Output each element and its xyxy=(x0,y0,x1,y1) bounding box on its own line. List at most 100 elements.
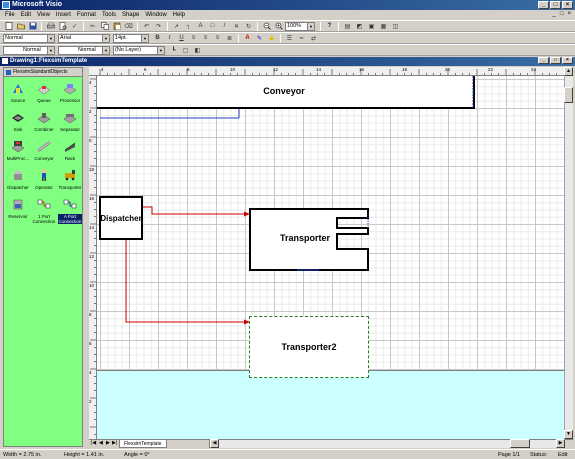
zoom-out-icon[interactable] xyxy=(261,21,272,31)
menu-shape[interactable]: Shape xyxy=(119,10,142,20)
page-tab[interactable]: FlexsimTemplate xyxy=(119,440,167,448)
line-tool-icon[interactable]: / xyxy=(219,21,230,31)
layout-icon[interactable]: ◫ xyxy=(390,21,401,31)
save-icon[interactable] xyxy=(27,21,38,31)
stencil-item-separator[interactable]: Separator xyxy=(58,108,82,136)
scroll-right-icon[interactable]: ▶ xyxy=(556,439,565,448)
line-ends-icon[interactable]: ⇄ xyxy=(308,33,319,43)
first-page-icon[interactable]: |◀ xyxy=(91,440,96,446)
group-icon[interactable]: ▣ xyxy=(366,21,377,31)
connector-dispatcher-transporter[interactable] xyxy=(142,206,245,215)
stencil-item-transporter[interactable]: Transporter xyxy=(58,166,82,194)
copy-icon[interactable] xyxy=(99,21,110,31)
rectangle-tool-icon[interactable]: □ xyxy=(207,21,218,31)
shapes-icon[interactable]: ◩ xyxy=(354,21,365,31)
doc-close-icon[interactable]: × xyxy=(567,11,571,17)
fill-style-select[interactable]: Normal ▼ xyxy=(58,45,110,55)
align-left-icon[interactable]: ≡ xyxy=(188,33,199,43)
connector-dispatcher-transporter2[interactable] xyxy=(125,240,245,323)
stencil-item-a-port-connection[interactable]: A Port Connection xyxy=(58,195,82,224)
paste-icon[interactable] xyxy=(111,21,122,31)
print-preview-icon[interactable] xyxy=(57,21,68,31)
minimize-button[interactable]: _ xyxy=(538,1,549,9)
vertical-scrollbar[interactable]: ▲ ▼ xyxy=(564,67,573,439)
dispatcher-shape[interactable]: Dispatcher xyxy=(99,196,143,240)
doc-minimize-button[interactable]: _ xyxy=(538,57,549,64)
doc-maximize-button[interactable]: □ xyxy=(550,57,561,64)
stencil-item-one-port-connection[interactable]: 1 Port Connection xyxy=(32,195,56,224)
line-style-select[interactable]: Normal ▼ xyxy=(3,45,55,55)
stencil-item-queue[interactable]: Queue xyxy=(32,79,56,107)
connector-tool-icon[interactable]: ┐ xyxy=(183,21,194,31)
font-color-icon[interactable]: A xyxy=(242,33,253,43)
pointer-tool-icon[interactable]: ➚ xyxy=(171,21,182,31)
line-color-icon[interactable]: ✎ xyxy=(254,33,265,43)
stencil-item-source[interactable]: Source xyxy=(6,79,30,107)
zoom-select[interactable]: 100% ▼ xyxy=(285,21,315,31)
menu-format[interactable]: Format xyxy=(74,10,99,20)
stencil-item-reservoir[interactable]: Reservoir xyxy=(6,195,30,223)
menu-insert[interactable]: Insert xyxy=(53,10,74,20)
open-icon[interactable] xyxy=(15,21,26,31)
font-select[interactable]: Arial ▼ xyxy=(58,33,110,43)
zoom-in-icon[interactable] xyxy=(273,21,284,31)
stencil-item-combiner[interactable]: Combiner xyxy=(32,108,56,136)
redo-icon[interactable]: ↷ xyxy=(153,21,164,31)
stencil-item-rack[interactable]: Rack xyxy=(58,137,82,165)
layers-icon[interactable]: ▦ xyxy=(378,21,389,31)
line-pattern-icon[interactable]: ┅ xyxy=(296,33,307,43)
cut-icon[interactable]: ✂ xyxy=(87,21,98,31)
stencil-item-conveyor[interactable]: Conveyor xyxy=(32,137,56,165)
new-icon[interactable] xyxy=(3,21,14,31)
rotate-icon[interactable]: ↻ xyxy=(243,21,254,31)
menu-window[interactable]: Window xyxy=(142,10,169,20)
connector-style-icon[interactable]: ┗ xyxy=(168,45,179,55)
stencil-item-multiprocessor[interactable]: MultiProc... xyxy=(6,137,30,165)
format-painter-icon[interactable]: ⌫ xyxy=(123,21,134,31)
scroll-left-icon[interactable]: ◀ xyxy=(210,439,219,448)
font-size-select[interactable]: 14pt. ▼ xyxy=(113,33,149,43)
next-page-icon[interactable]: ▶ xyxy=(106,440,110,446)
stencil-item-dispatcher[interactable]: Dispatcher xyxy=(6,166,30,194)
stencil-item-operator[interactable]: Operator xyxy=(32,166,56,194)
scroll-down-icon[interactable]: ▼ xyxy=(564,430,573,439)
doc-restore-icon[interactable]: □ xyxy=(560,11,564,17)
scroll-thumb[interactable] xyxy=(564,87,573,103)
menu-tools[interactable]: Tools xyxy=(99,10,119,20)
corner-rounding-icon[interactable]: ◧ xyxy=(192,45,203,55)
undo-icon[interactable]: ↶ xyxy=(141,21,152,31)
prev-page-icon[interactable]: ◀ xyxy=(99,440,103,446)
menu-help[interactable]: Help xyxy=(170,10,188,20)
scroll-thumb[interactable] xyxy=(510,439,530,448)
maximize-button[interactable]: □ xyxy=(550,1,561,9)
close-button[interactable]: × xyxy=(562,1,573,9)
align-center-icon[interactable]: ≡ xyxy=(200,33,211,43)
horizontal-scrollbar[interactable]: ◀ ▶ xyxy=(209,439,565,448)
doc-minimize-icon[interactable]: _ xyxy=(553,11,556,17)
scroll-up-icon[interactable]: ▲ xyxy=(564,67,573,76)
align-right-icon[interactable]: ≡ xyxy=(212,33,223,43)
italic-button[interactable]: I xyxy=(164,33,175,43)
stencil-icon[interactable]: ▤ xyxy=(342,21,353,31)
transporter2-shape[interactable]: Transporter2 xyxy=(249,316,369,378)
connection-point-icon[interactable]: ✕ xyxy=(231,21,242,31)
drawing-canvas[interactable]: Conveyor Dispatcher Transporter Transpor… xyxy=(97,76,564,439)
underline-button[interactable]: U xyxy=(176,33,187,43)
line-weight-icon[interactable]: ☰ xyxy=(284,33,295,43)
help-icon[interactable]: ? xyxy=(324,21,335,31)
shadow-icon[interactable]: ▢ xyxy=(180,45,191,55)
spelling-icon[interactable]: ✓ xyxy=(69,21,80,31)
justify-icon[interactable]: ≣ xyxy=(224,33,235,43)
print-icon[interactable] xyxy=(45,21,56,31)
stencil-header[interactable]: FlexsimStandardObjects xyxy=(4,68,82,77)
style-select[interactable]: Normal ▼ xyxy=(3,33,55,43)
layer-select[interactable]: (No Layer) ▼ xyxy=(113,45,165,55)
stencil-item-sink[interactable]: Sink xyxy=(6,108,30,136)
stencil-item-processor[interactable]: Processor xyxy=(58,79,82,107)
doc-close-button[interactable]: × xyxy=(562,57,573,64)
last-page-icon[interactable]: ▶| xyxy=(112,440,117,446)
menu-file[interactable]: File xyxy=(2,10,18,20)
menu-view[interactable]: View xyxy=(34,10,53,20)
fill-color-icon[interactable]: ◆ xyxy=(266,33,277,43)
text-tool-icon[interactable]: A xyxy=(195,21,206,31)
